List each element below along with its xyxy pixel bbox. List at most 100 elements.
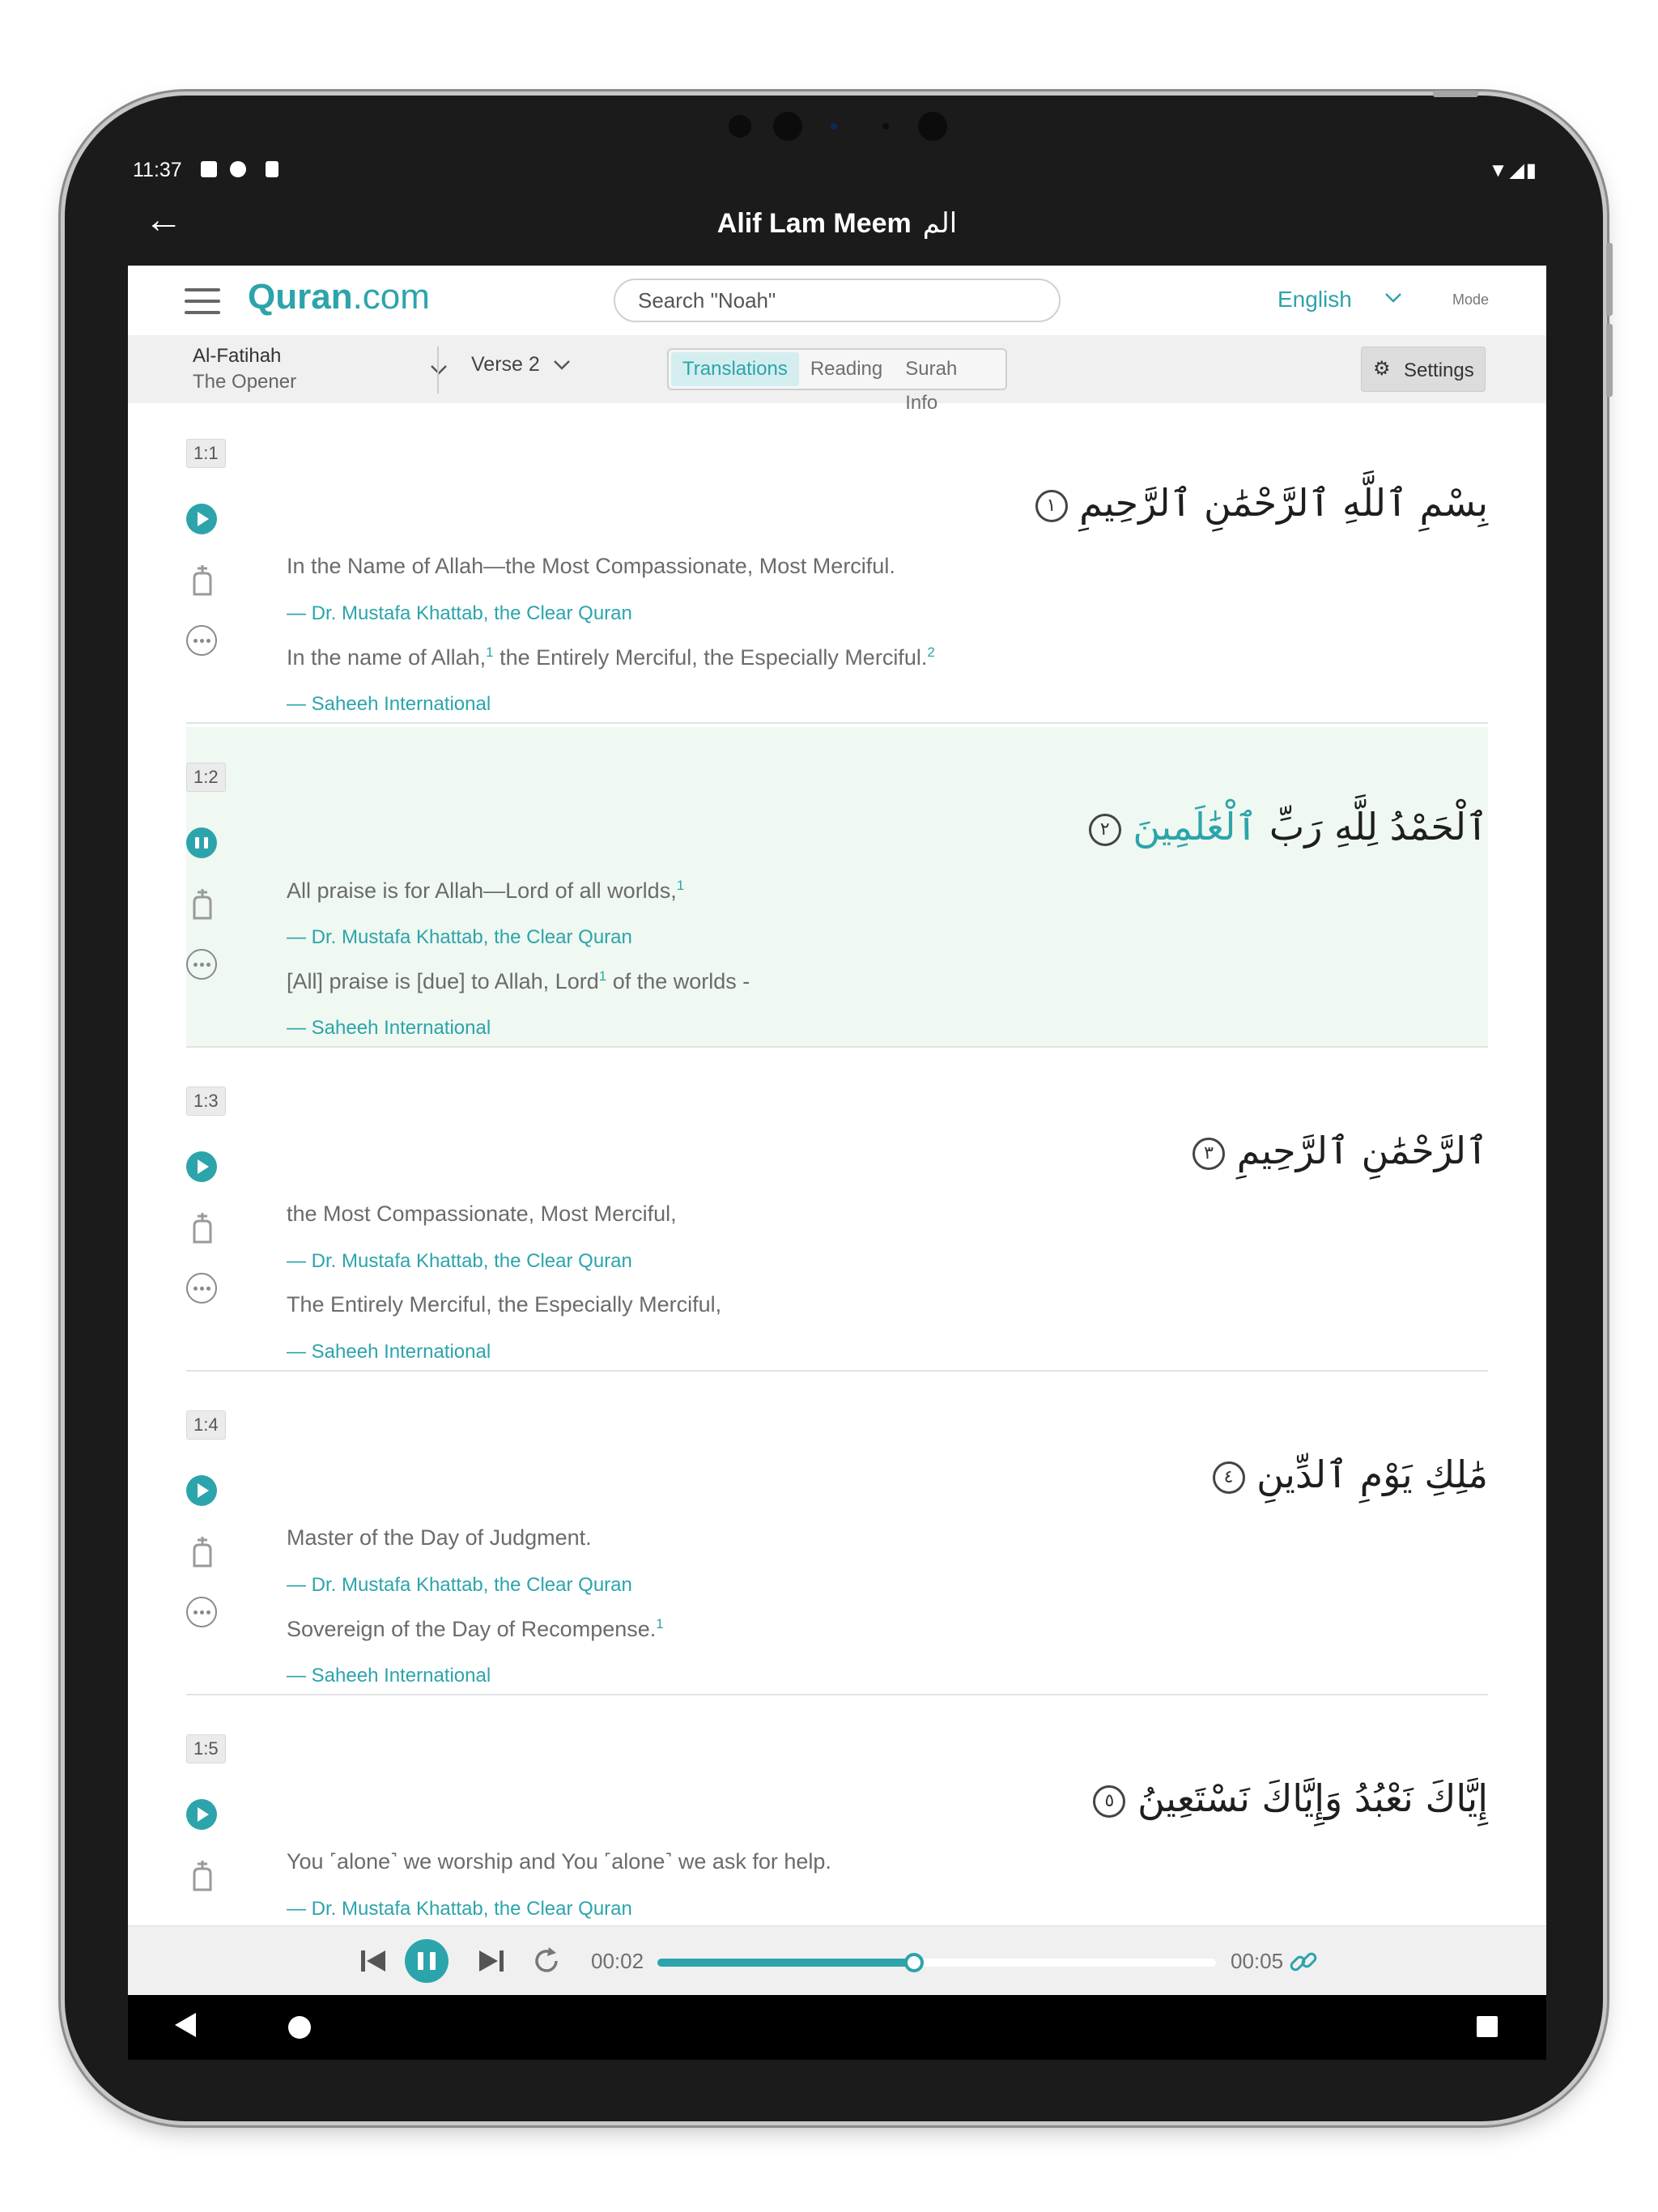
settings-button[interactable]: ⚙ Settings xyxy=(1361,347,1486,392)
view-tabs: Translations Reading Surah Info xyxy=(667,348,1007,414)
arabic-text: ٱلرَّحْمَٰنِ ٱلرَّحِيمِ xyxy=(1236,1129,1488,1172)
surah-selector[interactable]: Al-Fatihah The Opener xyxy=(193,343,465,395)
title-arabic: الم xyxy=(922,208,958,239)
tafsir-icon[interactable] xyxy=(188,1857,217,1893)
tafsir-icon[interactable] xyxy=(188,1210,217,1245)
translation-text: Sovereign of the Day of Recompense.1 xyxy=(287,1616,664,1641)
skip-previous-icon[interactable] xyxy=(356,1944,390,1978)
translation-text: All praise is for Allah—Lord of all worl… xyxy=(287,878,685,903)
tafsir-icon[interactable] xyxy=(188,562,217,598)
more-options-icon[interactable] xyxy=(186,949,217,980)
verse-end-marker: ١ xyxy=(1035,489,1068,522)
link-icon[interactable] xyxy=(1287,1946,1320,1978)
tab-translations[interactable]: Translations xyxy=(671,352,799,386)
arabic-text: بِسْمِ ٱللَّهِ ٱلرَّحْمَٰنِ ٱلرَّحِيمِ xyxy=(1079,481,1488,525)
verse-key[interactable]: 1:2 xyxy=(186,763,226,792)
nav-recents-icon[interactable] xyxy=(1477,2016,1498,2037)
verse-row: 1:1 بِسْمِ ٱللَّهِ ٱلرَّحْمَٰنِ ٱلرَّحِي… xyxy=(186,403,1488,724)
translation-source[interactable]: — Dr. Mustafa Khattab, the Clear Quran xyxy=(287,926,632,949)
toolbar-divider xyxy=(437,347,439,393)
arabic-verse-text[interactable]: ٱلرَّحْمَٰنِ ٱلرَّحِيمِ ٣ xyxy=(1183,1129,1488,1172)
verse-end-marker: ٤ xyxy=(1212,1461,1245,1494)
tafsir-icon[interactable] xyxy=(188,886,217,921)
verse-row: 1:4 مَٰلِكِ يَوْمِ ٱلدِّينِ ٤ Master of … xyxy=(186,1375,1488,1695)
translation-text: [All] praise is [due] to Allah, Lord1 of… xyxy=(287,968,750,993)
play-icon[interactable] xyxy=(186,504,217,534)
tafsir-icon[interactable] xyxy=(188,1534,217,1569)
total-time: 00:05 xyxy=(1231,1949,1284,1973)
translation-source[interactable]: — Dr. Mustafa Khattab, the Clear Quran xyxy=(287,1898,632,1921)
system-navigation-bar xyxy=(128,1995,1546,2060)
logo[interactable]: Quran.com xyxy=(248,277,430,317)
translation-source[interactable]: — Saheeh International xyxy=(287,693,491,716)
logo-bold: Quran xyxy=(248,277,353,317)
app-bar-title: Alif Lam Meem الم xyxy=(128,207,1546,240)
verse-end-marker: ٢ xyxy=(1088,813,1121,846)
translation-source[interactable]: — Saheeh International xyxy=(287,1017,491,1040)
volume-down-button xyxy=(1606,324,1613,397)
verse-end-marker: ٣ xyxy=(1192,1137,1226,1170)
current-time: 00:02 xyxy=(591,1949,644,1973)
translation-text: You ˹alone˺ we worship and You ˹alone˺ w… xyxy=(287,1849,831,1874)
verse-selector-label: Verse 2 xyxy=(471,353,540,376)
translation-source[interactable]: — Saheeh International xyxy=(287,1341,491,1363)
arabic-text: إِيَّاكَ نَعْبُدُ وَإِيَّاكَ نَسْتَعِينُ xyxy=(1137,1776,1488,1820)
reading-toolbar: Al-Fatihah The Opener Verse 2 Translatio… xyxy=(128,335,1546,414)
power-button xyxy=(1433,91,1478,97)
skip-next-icon[interactable] xyxy=(474,1944,508,1978)
arabic-highlighted-word[interactable]: ٱلْعَٰلَمِينَ xyxy=(1133,805,1257,849)
translation-source[interactable]: — Dr. Mustafa Khattab, the Clear Quran xyxy=(287,602,632,625)
tab-surah-info[interactable]: Surah Info xyxy=(894,352,1003,414)
verse-end-marker: ٥ xyxy=(1093,1784,1126,1818)
arabic-verse-text[interactable]: ٱلْحَمْدُ لِلَّهِ رَبِّ ٱلْعَٰلَمِينَ ٢ xyxy=(1079,805,1488,849)
status-time: 11:37 xyxy=(133,159,182,181)
more-options-icon[interactable] xyxy=(186,1597,217,1627)
arabic-verse-text[interactable]: إِيَّاكَ نَعْبُدُ وَإِيَّاكَ نَسْتَعِينُ… xyxy=(1083,1776,1488,1820)
translation-source[interactable]: — Saheeh International xyxy=(287,1665,491,1687)
verse-key[interactable]: 1:4 xyxy=(186,1410,226,1440)
play-icon[interactable] xyxy=(186,1475,217,1506)
settings-label: Settings xyxy=(1404,359,1474,381)
verse-row: 1:5 إِيَّاكَ نَعْبُدُ وَإِيَّاكَ نَسْتَع… xyxy=(186,1699,1488,1925)
pause-icon[interactable] xyxy=(186,827,217,858)
progress-handle[interactable] xyxy=(904,1953,925,1972)
translation-text: In the Name of Allah—the Most Compassion… xyxy=(287,554,895,578)
more-options-icon[interactable] xyxy=(186,1273,217,1304)
surah-name: Al-Fatihah xyxy=(193,345,282,367)
verse-key[interactable]: 1:3 xyxy=(186,1087,226,1116)
circle-half-icon xyxy=(230,161,246,177)
progress-fill xyxy=(657,1959,915,1967)
title-latin: Alif Lam Meem xyxy=(716,208,912,239)
translation-source[interactable]: — Dr. Mustafa Khattab, the Clear Quran xyxy=(287,1250,632,1273)
search-input[interactable] xyxy=(614,279,1061,322)
more-options-icon[interactable] xyxy=(186,625,217,656)
verse-key[interactable]: 1:5 xyxy=(186,1734,226,1763)
logo-rest: .com xyxy=(352,277,430,317)
arabic-verse-text[interactable]: بِسْمِ ٱللَّهِ ٱلرَّحْمَٰنِ ٱلرَّحِيمِ ١ xyxy=(1026,481,1488,525)
translation-source[interactable]: — Dr. Mustafa Khattab, the Clear Quran xyxy=(287,1574,632,1597)
verse-selector[interactable]: Verse 2 xyxy=(471,353,570,376)
arabic-text: ٱلْحَمْدُ لِلَّهِ رَبِّ xyxy=(1269,805,1488,849)
verse-key[interactable]: 1:1 xyxy=(186,439,226,468)
chevron-down-icon xyxy=(431,365,447,375)
play-icon[interactable] xyxy=(186,1799,217,1830)
progress-bar[interactable] xyxy=(657,1953,1216,1972)
nav-home-icon[interactable] xyxy=(288,2016,311,2039)
camera-led xyxy=(831,123,837,130)
nav-back-icon[interactable] xyxy=(175,2013,196,2037)
arabic-verse-text[interactable]: مَٰلِكِ يَوْمِ ٱلدِّينِ ٤ xyxy=(1203,1453,1488,1496)
chevron-down-icon[interactable] xyxy=(1383,287,1404,308)
play-icon[interactable] xyxy=(186,1151,217,1182)
app-bar: ← Alif Lam Meem الم xyxy=(128,186,1546,266)
site-navbar: Quran.com English Mode xyxy=(128,266,1546,335)
mode-toggle[interactable]: Mode xyxy=(1452,291,1489,308)
hamburger-menu-icon[interactable] xyxy=(185,288,220,314)
camera-lens xyxy=(773,112,802,141)
translation-text: Master of the Day of Judgment. xyxy=(287,1525,592,1550)
language-select[interactable]: English xyxy=(1278,287,1352,313)
repeat-icon[interactable] xyxy=(529,1944,563,1978)
pause-button[interactable] xyxy=(405,1939,449,1983)
wifi-signal-battery-icons: ▼◢▮ xyxy=(1488,160,1538,181)
tab-reading[interactable]: Reading xyxy=(799,352,894,386)
status-bar: 11:37 ▼◢▮ xyxy=(128,154,1546,186)
